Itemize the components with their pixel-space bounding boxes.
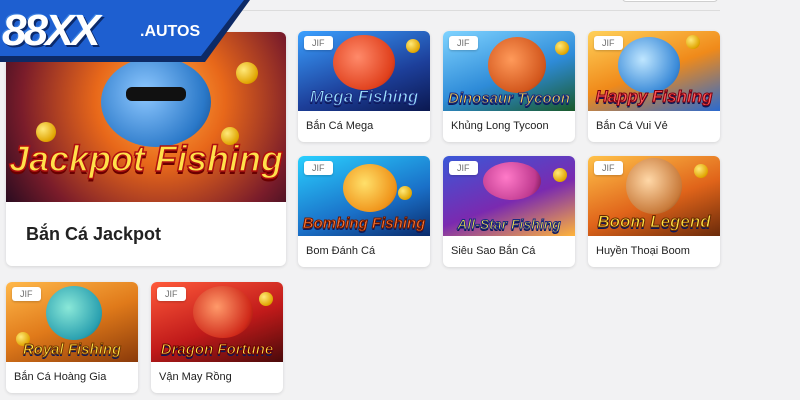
jif-badge: JIF [594, 161, 623, 175]
jif-badge: JIF [449, 161, 478, 175]
game-card[interactable]: JIF Boom Legend Huyền Thoại Boom [588, 156, 720, 267]
coin-icon [406, 39, 420, 53]
logo-suffix: .AUTOS [140, 23, 201, 40]
coin-icon [553, 168, 567, 182]
game-label: Bắn Cá Mega [306, 120, 374, 132]
warrior-character [626, 158, 682, 214]
game-thumbnail-title: Jackpot Fishing [8, 137, 284, 180]
game-thumbnail: JIF Mega Fishing [298, 31, 430, 111]
game-thumbnail-title: All-Star Fishing [457, 216, 561, 233]
jif-badge: JIF [594, 36, 623, 50]
game-card-featured[interactable]: JIF Jackpot Fishing Bắn Cá Jackpot [6, 32, 286, 266]
coin-icon [686, 35, 700, 49]
game-thumbnail: JIF Dinosaur Tycoon [443, 31, 575, 111]
game-card[interactable]: JIF Happy Fishing Bắn Cá Vui Vẻ [588, 31, 720, 142]
jif-badge: JIF [304, 36, 333, 50]
jif-badge: JIF [12, 287, 41, 301]
game-thumbnail-title: Boom Legend [597, 212, 711, 232]
game-label: Siêu Sao Bắn Cá [451, 245, 536, 257]
game-thumbnail-title: Dinosaur Tycoon [448, 90, 571, 108]
game-card[interactable]: JIF Dragon Fortune Vận May Rồng [151, 282, 283, 393]
jif-badge: JIF [157, 287, 186, 301]
shark-character [618, 37, 680, 93]
top-dropdown[interactable] [622, 0, 718, 2]
fish-characters [483, 162, 541, 200]
coin-icon [694, 164, 708, 178]
game-label: Huyền Thoại Boom [596, 245, 690, 257]
game-thumbnail-title: Dragon Fortune [160, 341, 274, 359]
game-card[interactable]: JIF Bombing Fishing Bom Đánh Cá [298, 156, 430, 267]
game-thumbnail: JIF Happy Fishing [588, 31, 720, 111]
game-card[interactable]: JIF Mega Fishing Bắn Cá Mega [298, 31, 430, 142]
game-label: Khủng Long Tycoon [451, 120, 549, 132]
game-card[interactable]: JIF Dinosaur Tycoon Khủng Long Tycoon [443, 31, 575, 142]
pufferfish-character [343, 164, 397, 212]
game-thumbnail-title: Royal Fishing [22, 341, 122, 359]
octopus-character [333, 35, 395, 90]
dragon-character [193, 286, 253, 338]
game-thumbnail: JIF All-Star Fishing [443, 156, 575, 236]
top-divider [230, 10, 720, 11]
game-label: Bắn Cá Vui Vẻ [596, 120, 668, 132]
game-thumbnail-title: Happy Fishing [595, 87, 713, 107]
game-thumbnail: JIF Bombing Fishing [298, 156, 430, 236]
game-label: Vận May Rồng [159, 371, 232, 383]
game-card[interactable]: JIF All-Star Fishing Siêu Sao Bắn Cá [443, 156, 575, 267]
coin-icon [398, 186, 412, 200]
jif-badge: JIF [449, 36, 478, 50]
game-thumbnail: JIF Royal Fishing [6, 282, 138, 362]
game-thumbnail-title: Bombing Fishing [302, 215, 426, 233]
site-logo[interactable]: 88XX .AUTOS [0, 0, 250, 62]
coin-icon [236, 62, 258, 84]
dragon-fish-character [46, 286, 102, 340]
game-thumbnail: JIF Boom Legend [588, 156, 720, 236]
sunglasses [126, 87, 186, 101]
game-label: Bắn Cá Hoàng Gia [14, 371, 107, 383]
coin-icon [555, 41, 569, 55]
logo-text: 88XX [2, 6, 101, 55]
dinosaur-character [488, 37, 546, 93]
shark-character [101, 57, 211, 147]
game-card[interactable]: JIF Royal Fishing Bắn Cá Hoàng Gia [6, 282, 138, 393]
game-thumbnail-title: Mega Fishing [309, 87, 419, 107]
game-thumbnail: JIF Dragon Fortune [151, 282, 283, 362]
game-label: Bắn Cá Jackpot [26, 224, 162, 244]
game-label: Bom Đánh Cá [306, 245, 376, 257]
coin-icon [259, 292, 273, 306]
jif-badge: JIF [304, 161, 333, 175]
